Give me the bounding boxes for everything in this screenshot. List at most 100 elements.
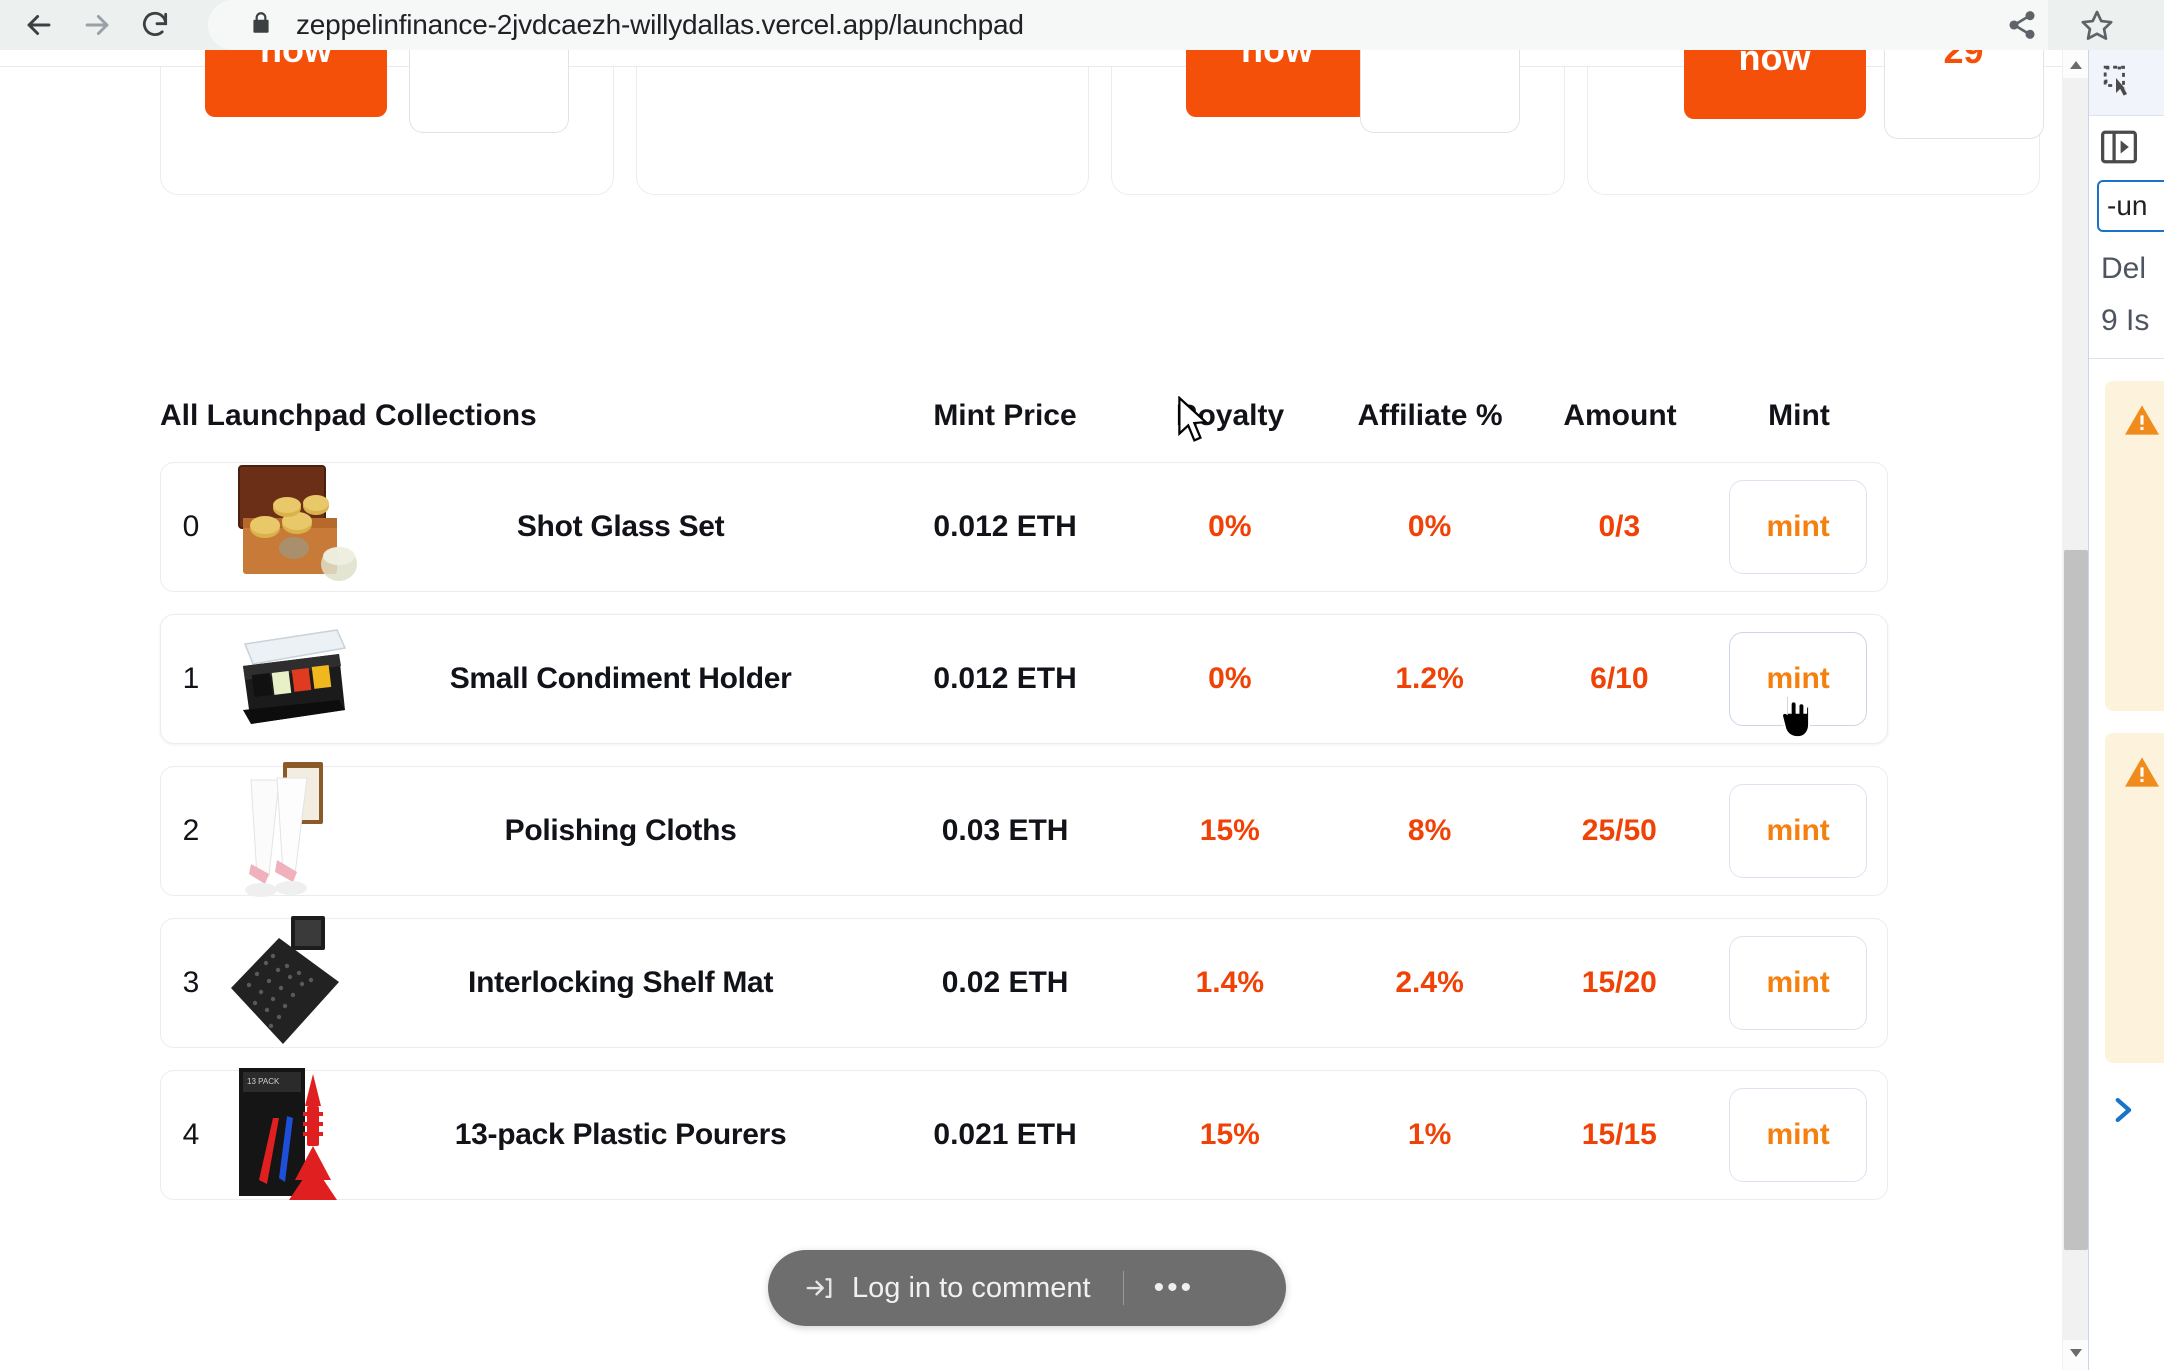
share-icon[interactable] bbox=[2006, 9, 2038, 41]
row-index: 3 bbox=[182, 966, 200, 999]
mint-cell: mint bbox=[1709, 936, 1887, 1030]
affiliate-value: 2.4% bbox=[1395, 966, 1464, 999]
svg-text:13 PACK: 13 PACK bbox=[247, 1077, 280, 1086]
card-count-badge bbox=[409, 50, 569, 133]
row-index: 1 bbox=[182, 662, 200, 695]
scroll-up-arrow-icon[interactable] bbox=[2063, 52, 2089, 78]
devtools-search-input[interactable]: -un bbox=[2097, 180, 2164, 232]
mint-price-value: 0.02 ETH bbox=[941, 966, 1069, 999]
header-all-collections: All Launchpad Collections bbox=[160, 399, 537, 432]
card-now-button[interactable]: now bbox=[1683, 50, 1866, 119]
log-in-to-comment-label: Log in to comment bbox=[852, 1271, 1091, 1304]
log-in-to-comment-widget[interactable]: Log in to comment ••• bbox=[768, 1250, 1286, 1326]
devtools-issues-count[interactable]: 9 Is bbox=[2089, 304, 2164, 338]
mint-cell: mint bbox=[1709, 1088, 1887, 1182]
back-button[interactable] bbox=[10, 0, 68, 50]
mint-price-value: 0.012 ETH bbox=[933, 662, 1077, 695]
pill-divider bbox=[1122, 1271, 1124, 1305]
royalty-value: 1.4% bbox=[1195, 966, 1265, 999]
card-now-button[interactable]: now bbox=[1186, 50, 1368, 117]
inspect-element-icon[interactable] bbox=[2101, 63, 2141, 103]
scrollbar-thumb[interactable] bbox=[2064, 550, 2088, 1250]
mint-button[interactable]: mint bbox=[1729, 936, 1868, 1030]
amount-value: 15/15 bbox=[1581, 1118, 1657, 1151]
launchpad-card[interactable]: now bbox=[160, 50, 614, 195]
collection-name: Interlocking Shelf Mat bbox=[468, 966, 774, 999]
devtools-delete-label[interactable]: Del bbox=[2089, 252, 2164, 286]
reload-button[interactable] bbox=[126, 0, 184, 50]
scroll-down-arrow-icon[interactable] bbox=[2063, 1340, 2089, 1366]
mouse-cursor-arrow bbox=[1176, 395, 1210, 449]
card-count-badge bbox=[1360, 50, 1520, 133]
header-mint: Mint bbox=[1768, 399, 1830, 432]
card-now-button[interactable]: now bbox=[205, 50, 387, 117]
warning-message-1[interactable] bbox=[2105, 381, 2164, 711]
mouse-cursor-pointer-hand bbox=[1772, 690, 1812, 747]
amount-value: 6/10 bbox=[1590, 662, 1649, 695]
small-condiment-holder-thumbnail bbox=[221, 614, 361, 744]
warning-triangle-icon bbox=[2123, 403, 2164, 437]
page-scrollbar[interactable] bbox=[2062, 50, 2089, 1370]
royalty-value: 0% bbox=[1208, 510, 1252, 543]
affiliate-value: 0% bbox=[1407, 510, 1452, 543]
warning-message-2[interactable] bbox=[2105, 733, 2164, 1063]
launchpad-collections-table: All Launchpad Collections Mint Price Roy… bbox=[160, 370, 1888, 1222]
row-index: 4 bbox=[182, 1118, 200, 1151]
card-count-badge: 29 bbox=[1883, 50, 2044, 139]
forward-button[interactable] bbox=[68, 0, 126, 50]
affiliate-value: 1% bbox=[1407, 1118, 1452, 1151]
page-viewport: now now now now 29 All Launchpad Collect… bbox=[0, 50, 2164, 1370]
royalty-value: 0% bbox=[1208, 662, 1252, 695]
interlocking-shelf-mat-thumbnail bbox=[221, 916, 361, 1048]
mint-button[interactable]: mint bbox=[1729, 480, 1868, 574]
amount-value: 0/3 bbox=[1598, 510, 1641, 543]
mint-cell: mint bbox=[1709, 784, 1887, 878]
royalty-value: 15% bbox=[1199, 814, 1260, 847]
mint-price-value: 0.021 ETH bbox=[933, 1118, 1077, 1151]
lock-icon bbox=[248, 8, 274, 43]
warning-triangle-icon bbox=[2123, 755, 2164, 789]
amount-value: 15/20 bbox=[1581, 966, 1657, 999]
launchpad-card[interactable]: now 29 bbox=[1586, 50, 2044, 195]
launchpad-card[interactable]: now bbox=[1111, 50, 1565, 195]
mint-button[interactable]: mint bbox=[1729, 784, 1868, 878]
devtools-toolbar bbox=[2089, 50, 2164, 116]
13-pack-plastic-pourers-thumbnail: 13 PACK bbox=[221, 1068, 361, 1200]
royalty-value: 15% bbox=[1199, 1118, 1260, 1151]
url-text: zeppelinfinance-2jvdcaezh-willydallas.ve… bbox=[296, 9, 1024, 40]
table-row[interactable]: 2 Polishing Cloths 0.03 ETH 15% 8% 25/50 bbox=[160, 762, 1888, 897]
affiliate-value: 1.2% bbox=[1395, 662, 1464, 695]
table-row[interactable]: 0 Shot Glass Set 0.012 ETH 0% 0% 0/3 min… bbox=[160, 462, 1888, 592]
mint-price-value: 0.012 ETH bbox=[933, 510, 1077, 543]
row-index: 2 bbox=[182, 814, 200, 847]
launchpad-cards-strip: now now now now 29 bbox=[160, 50, 2044, 195]
launchpad-card[interactable]: now bbox=[635, 67, 1089, 195]
browser-toolbar: zeppelinfinance-2jvdcaezh-willydallas.ve… bbox=[0, 0, 2164, 50]
affiliate-value: 8% bbox=[1407, 814, 1452, 847]
login-arrow-icon bbox=[804, 1273, 834, 1303]
more-options-button[interactable]: ••• bbox=[1154, 1271, 1195, 1305]
header-amount: Amount bbox=[1563, 399, 1677, 432]
row-index: 0 bbox=[182, 510, 200, 543]
chevron-right-icon[interactable] bbox=[2105, 1093, 2164, 1127]
header-royalty: Royalty bbox=[1175, 399, 1285, 432]
header-mint-price: Mint Price bbox=[933, 399, 1077, 432]
collection-name: 13-pack Plastic Pourers bbox=[454, 1118, 787, 1151]
table-header-row: All Launchpad Collections Mint Price Roy… bbox=[160, 370, 1888, 462]
header-affiliate-percent: Affiliate % bbox=[1357, 399, 1503, 432]
collection-name: Polishing Cloths bbox=[504, 814, 737, 847]
table-row[interactable]: 4 13 PACK 13-pack Plastic Pourers 0.021 … bbox=[160, 1068, 1888, 1200]
mint-cell: mint bbox=[1709, 480, 1887, 574]
polishing-cloths-thumbnail bbox=[221, 762, 361, 897]
toolbar-actions bbox=[2006, 0, 2164, 50]
amount-value: 25/50 bbox=[1581, 814, 1657, 847]
collection-name: Small Condiment Holder bbox=[449, 662, 792, 695]
devtools-panel-toggle-row bbox=[2089, 116, 2164, 178]
mint-button[interactable]: mint bbox=[1729, 1088, 1868, 1182]
panel-layout-icon[interactable] bbox=[2099, 129, 2139, 165]
table-row[interactable]: 1 Small Condiment Holder 0.012 ETH 0% 1.… bbox=[160, 614, 1888, 744]
devtools-divider bbox=[2089, 358, 2164, 359]
table-row[interactable]: 3 Interlocking Shelf Mat 0.02 ETH 1.4% 2… bbox=[160, 916, 1888, 1048]
address-bar[interactable]: zeppelinfinance-2jvdcaezh-willydallas.ve… bbox=[208, 0, 2048, 50]
star-icon[interactable] bbox=[2080, 8, 2114, 42]
